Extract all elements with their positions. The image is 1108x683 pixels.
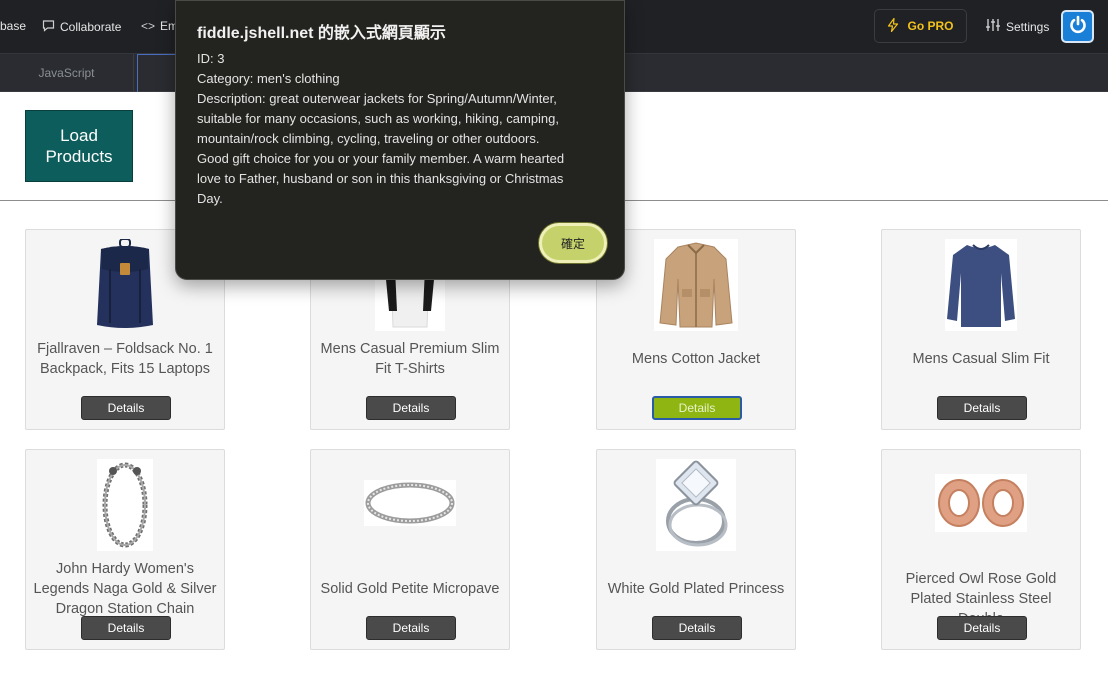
jacket-image bbox=[654, 239, 738, 336]
database-label: base bbox=[0, 19, 27, 33]
product-card: White Gold Plated Princess Details bbox=[596, 449, 796, 650]
product-title: Fjallraven – Foldsack No. 1 Backpack, Fi… bbox=[37, 341, 213, 377]
details-button[interactable]: Details bbox=[366, 396, 456, 420]
power-icon bbox=[1068, 15, 1088, 38]
code-brackets-icon: <> bbox=[141, 19, 156, 33]
details-button[interactable]: Details bbox=[652, 396, 742, 420]
collaborate-button[interactable]: Collaborate bbox=[42, 19, 121, 35]
sliders-icon bbox=[986, 18, 1000, 35]
product-card: Mens Cotton Jacket Details bbox=[596, 229, 796, 430]
settings-label: Settings bbox=[1006, 19, 1050, 34]
dialog-line: love to Father, husband or son in this t… bbox=[197, 171, 564, 186]
embed-button[interactable]: <> Em bbox=[141, 19, 178, 33]
product-card: Solid Gold Petite Micropave Details bbox=[310, 449, 510, 650]
dialog-message: ID: 3 Category: men's clothing Descripti… bbox=[197, 49, 607, 209]
run-button[interactable] bbox=[1061, 10, 1094, 43]
chat-bubble-icon bbox=[42, 19, 55, 35]
details-button[interactable]: Details bbox=[937, 396, 1027, 420]
dialog-line: Good gift choice for you or your family … bbox=[197, 151, 565, 166]
dialog-line: Day. bbox=[197, 191, 223, 206]
dialog-line: Description: great outerwear jackets for… bbox=[197, 91, 557, 106]
tab-javascript[interactable]: JavaScript bbox=[0, 54, 134, 92]
collaborate-label: Collaborate bbox=[60, 20, 122, 34]
load-products-button[interactable]: Load Products bbox=[25, 110, 133, 182]
product-title: Mens Casual Slim Fit bbox=[912, 351, 1050, 367]
dialog-line: suitable for many occasions, such as wor… bbox=[197, 111, 560, 126]
database-menu[interactable]: base bbox=[0, 19, 26, 33]
dialog-line: ID: 3 bbox=[197, 51, 225, 66]
go-pro-label: Go PRO bbox=[907, 19, 954, 33]
diamond-ring-image bbox=[656, 459, 736, 556]
details-button[interactable]: Details bbox=[366, 616, 456, 640]
product-card: John Hardy Women's Legends Naga Gold & S… bbox=[25, 449, 225, 650]
product-card: Pierced Owl Rose Gold Plated Stainless S… bbox=[881, 449, 1081, 650]
product-title: Solid Gold Petite Micropave bbox=[320, 581, 500, 597]
rose-gold-plugs-image bbox=[935, 474, 1027, 537]
details-button[interactable]: Details bbox=[81, 396, 171, 420]
bracelet-image bbox=[97, 459, 153, 556]
dialog-ok-button[interactable]: 確定 bbox=[539, 223, 607, 263]
backpack-image bbox=[93, 238, 157, 336]
dialog-line: Category: men's clothing bbox=[197, 71, 340, 86]
alert-dialog: fiddle.jshell.net 的嵌入式網頁顯示 ID: 3 Categor… bbox=[175, 0, 625, 280]
details-button[interactable]: Details bbox=[652, 616, 742, 640]
details-button[interactable]: Details bbox=[81, 616, 171, 640]
settings-button[interactable]: Settings bbox=[986, 18, 1049, 35]
lightning-icon bbox=[887, 17, 899, 35]
ring-image bbox=[364, 480, 456, 531]
tab-javascript-label: JavaScript bbox=[38, 66, 95, 80]
product-title: Mens Cotton Jacket bbox=[631, 351, 761, 367]
dialog-line: mountain/rock climbing, cycling, traveli… bbox=[197, 131, 540, 146]
details-button[interactable]: Details bbox=[937, 616, 1027, 640]
sweater-image bbox=[945, 239, 1017, 336]
product-title: Mens Casual Premium Slim Fit T-Shirts bbox=[320, 341, 500, 377]
dialog-title: fiddle.jshell.net 的嵌入式網頁顯示 bbox=[197, 25, 446, 42]
product-title: White Gold Plated Princess bbox=[607, 581, 785, 597]
product-card: Mens Casual Slim Fit Details bbox=[881, 229, 1081, 430]
go-pro-button[interactable]: Go PRO bbox=[874, 9, 967, 43]
